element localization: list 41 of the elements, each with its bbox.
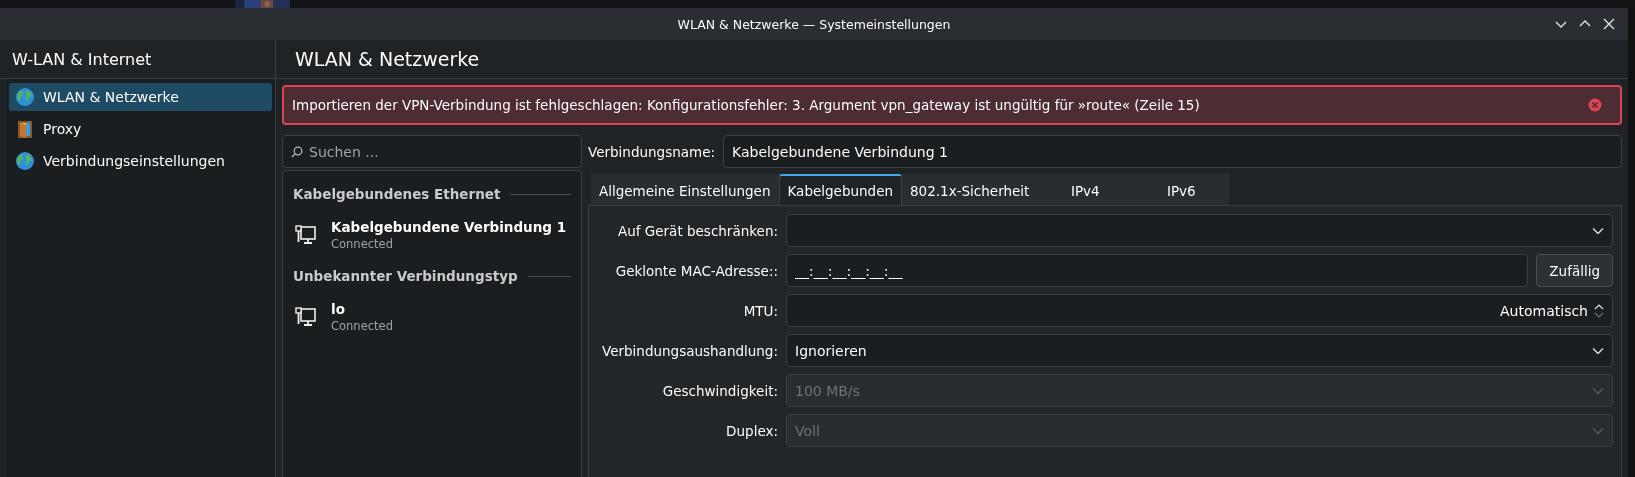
sidebar-item[interactable]: Proxy: [9, 115, 272, 143]
field-label: Duplex:: [725, 422, 778, 439]
chevron-down-icon: [1592, 386, 1604, 395]
tab[interactable]: Allgemeine Einstellungen: [591, 174, 779, 206]
search-field[interactable]: Suchen ...: [282, 135, 582, 168]
chevron-down-icon: [1592, 226, 1604, 235]
mac-address-field[interactable]: __:__:__:__:__:__: [786, 254, 1529, 287]
group-heading: Kabelgebundenes Ethernet: [293, 186, 501, 202]
connection-name-field[interactable]: Kabelgebundene Verbindung 1: [723, 135, 1622, 168]
tab[interactable]: IPv4: [1037, 174, 1134, 206]
window-title: WLAN & Netzwerke — Systemeinstellungen: [677, 16, 951, 32]
field-label: Auf Gerät beschränken:: [616, 222, 778, 239]
field-label: Verbindungsname:: [588, 143, 716, 160]
spin-arrows-icon: [1594, 302, 1604, 319]
computer-icon: [295, 306, 317, 328]
group-heading: Unbekannter Verbindungstyp: [293, 268, 518, 284]
chevron-down-icon: [1592, 346, 1604, 355]
field-label: Verbindungsaushandlung:: [601, 342, 778, 359]
tab[interactable]: 802.1x-Sicherheit: [902, 174, 1038, 206]
sidebar-item[interactable]: WLAN & Netzwerke: [9, 83, 272, 111]
chevron-down-icon: [1592, 426, 1604, 435]
sidebar-item[interactable]: Verbindungseinstellungen: [9, 147, 272, 175]
sidebar-title: W-LAN & Internet: [12, 49, 152, 69]
tab[interactable]: Kabelgebunden: [778, 174, 902, 206]
dropdown[interactable]: Ignorieren: [786, 334, 1613, 367]
door-icon: [15, 119, 35, 139]
connection-item[interactable]: Kabelgebundene Verbindung 1 Connected: [293, 209, 571, 261]
field-label: MTU:: [742, 302, 778, 319]
field-label: Geklonte MAC-Adresse::: [614, 262, 778, 279]
close-icon[interactable]: [1602, 17, 1616, 31]
tab[interactable]: IPv6: [1133, 174, 1230, 206]
globe-icon: [15, 87, 35, 107]
computer-icon: [295, 224, 317, 246]
field-label: Geschwindigkeit:: [661, 382, 778, 399]
random-button[interactable]: Zufällig: [1536, 254, 1613, 287]
connection-item[interactable]: lo Connected: [293, 291, 571, 343]
spin-box[interactable]: Automatisch: [786, 294, 1613, 327]
search-icon: [291, 146, 303, 158]
error-message: Importieren der VPN-Verbindung ist fehlgeschlagen: Konfigurationsfehler: 3. Argument vpn_gateway ist ungültig für »route« (Zeile 15): [292, 97, 1200, 113]
page-title: WLAN & Netzwerke: [295, 48, 480, 70]
globe-icon: [15, 151, 35, 171]
